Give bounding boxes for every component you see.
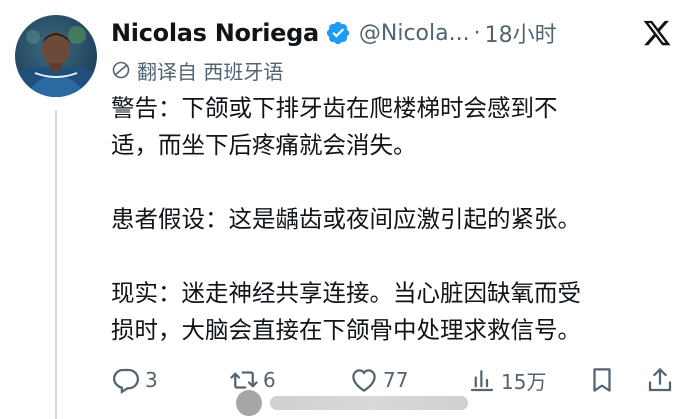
share-icon [645,365,675,395]
timestamp[interactable]: 18小时 [485,17,557,49]
user-handle[interactable]: @Nicola... [359,21,470,46]
globe-icon [111,60,131,80]
paragraph-hypothesis: 患者假设：这是龋齿或夜间应激引起的紧张。 [111,201,679,238]
translated-from-label: 翻译自 西班牙语 [137,59,284,84]
paragraph-warning: 警告：下颌或下排牙齿在爬楼梯时会感到不 适，而坐下后疼痛就会消失。 [111,90,679,164]
text-line: 损时，大脑会直接在下颌骨中处理求救信号。 [111,316,581,344]
share-button[interactable] [645,362,675,398]
tweet-text: 警告：下颌或下排牙齿在爬楼梯时会感到不 适，而坐下后疼痛就会消失。 患者假设：这… [111,90,679,349]
reply-count: 3 [145,368,158,392]
watermark-logo-icon [236,389,262,416]
x-logo-icon[interactable] [641,18,673,48]
reply-button[interactable]: 3 [111,362,158,398]
watermark [224,386,480,419]
translation-notice[interactable]: 翻译自 西班牙语 [111,56,283,84]
bookmark-button[interactable] [587,362,617,398]
text-line: 患者假设：这是龋齿或夜间应激引起的紧张。 [111,205,581,233]
avatar[interactable] [15,15,97,97]
text-line: 适，而坐下后疼痛就会消失。 [111,131,417,159]
separator-dot: · [473,20,481,46]
bookmark-icon [587,365,617,395]
display-name[interactable]: Nicolas Noriega [111,19,319,47]
avatar-image [15,26,97,97]
thread-line [55,110,57,419]
tweet-header: Nicolas Noriega @Nicola... · 18小时 [111,16,557,50]
watermark-bar [270,395,468,410]
text-line: 警告：下颌或下排牙齿在爬楼梯时会感到不 [111,94,558,122]
reply-icon [111,365,141,395]
view-count: 15万 [501,369,547,394]
verified-badge-icon [325,20,351,46]
text-line: 现实：迷走神经共享连接。当心脏因缺氧而受 [111,279,581,307]
paragraph-reality: 现实：迷走神经共享连接。当心脏因缺氧而受 损时，大脑会直接在下颌骨中处理求救信号… [111,275,679,349]
